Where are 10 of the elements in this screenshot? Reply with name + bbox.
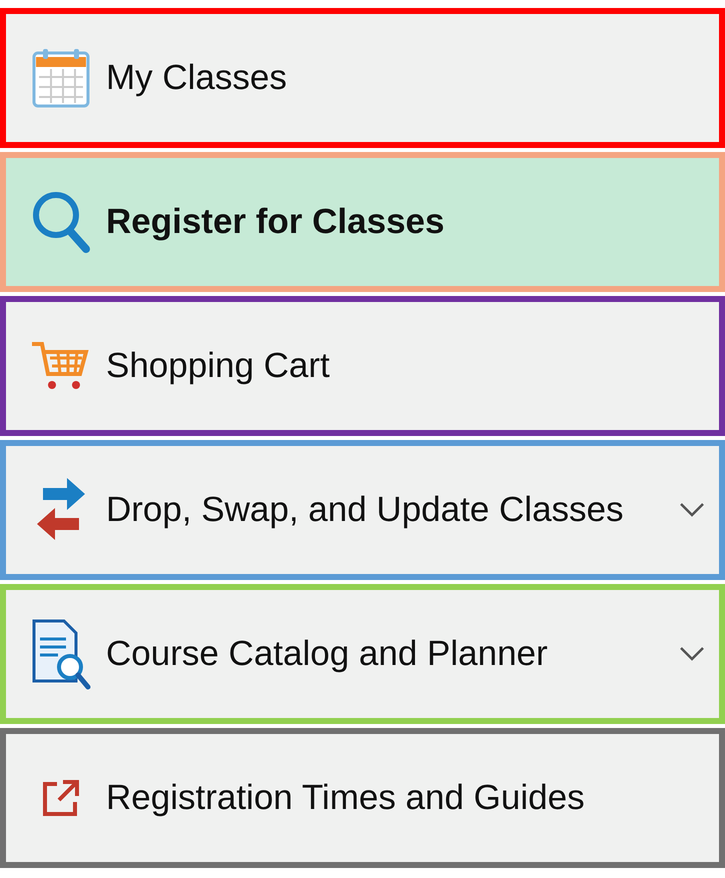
- menu-item[interactable]: Course Catalog and Planner: [0, 584, 725, 724]
- menu-item[interactable]: Register for Classes: [0, 152, 725, 292]
- menu-item[interactable]: Registration Times and Guides: [0, 728, 725, 868]
- menu-item[interactable]: Drop, Swap, and Update Classes: [0, 440, 725, 580]
- menu-item[interactable]: Shopping Cart: [0, 296, 725, 436]
- calendar-icon: [31, 47, 91, 109]
- menu-item[interactable]: My Classes: [0, 8, 725, 148]
- external-link-icon: [41, 778, 81, 818]
- document-search-icon: [30, 617, 92, 691]
- search-icon: [30, 189, 92, 255]
